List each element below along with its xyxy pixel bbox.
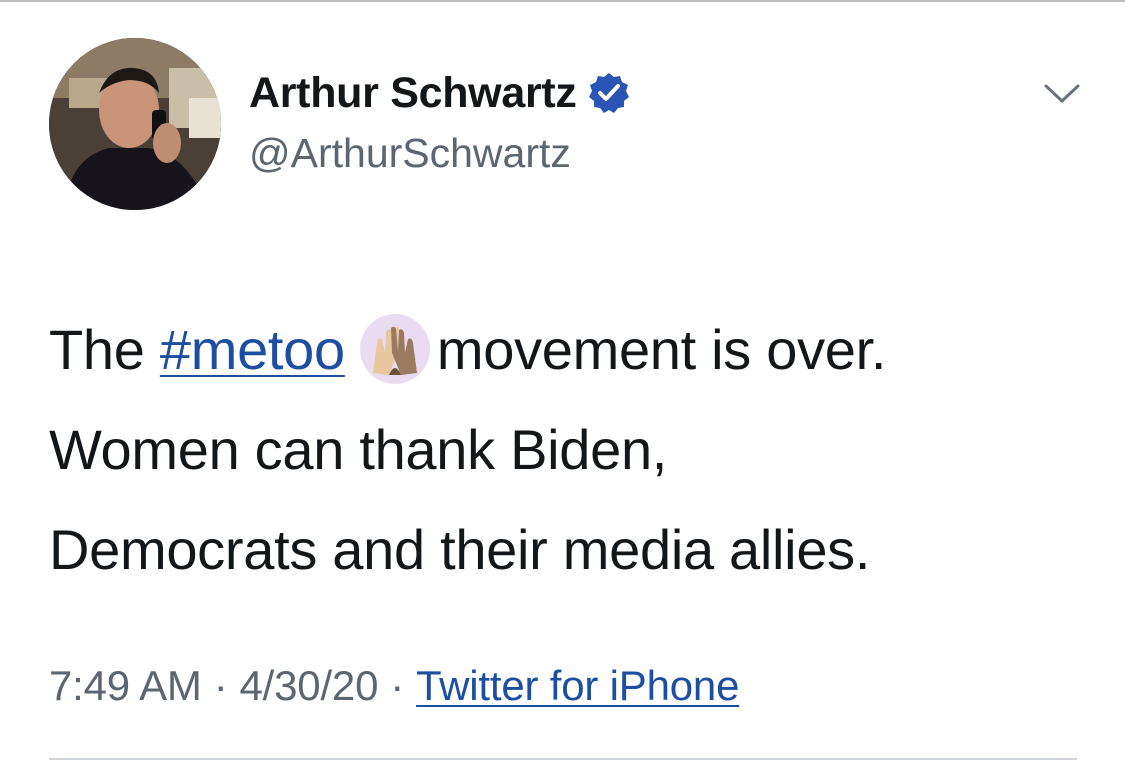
tweet-text-line-2: Women can thank Biden, [49, 418, 668, 481]
meta-separator: · [390, 662, 405, 709]
hashtag-link[interactable]: #metoo [160, 318, 345, 381]
tweet-time[interactable]: 7:49 AM [49, 662, 202, 709]
chevron-down-icon[interactable] [1043, 80, 1081, 108]
tweet-date[interactable]: 4/30/20 [240, 662, 379, 709]
tweet-text-line-1: The #metoo movement is over. [49, 300, 1099, 400]
author-display-name[interactable]: Arthur Schwartz [249, 69, 577, 118]
meta-separator: · [213, 662, 228, 709]
author-name-row: Arthur Schwartz [249, 68, 631, 118]
tweet-source-link[interactable]: Twitter for iPhone [416, 662, 739, 709]
tweet-text-line-3: Democrats and their media allies. [49, 518, 871, 581]
tweet-meta: 7:49 AM · 4/30/20 · Twitter for iPhone [49, 662, 739, 710]
bottom-divider [49, 758, 1077, 760]
raised-hands-emoji-icon [359, 313, 431, 385]
verified-badge-icon [587, 71, 631, 115]
author-handle[interactable]: @ArthurSchwartz [249, 130, 571, 177]
tweet-text: The #metoo movement is over. Women can t… [49, 300, 1099, 600]
avatar[interactable] [49, 38, 221, 210]
top-divider [0, 0, 1125, 2]
tweet-text-line-1-rest: movement is over. [436, 318, 887, 381]
tweet-text-prefix: The [49, 318, 145, 381]
avatar-photo [49, 38, 221, 210]
